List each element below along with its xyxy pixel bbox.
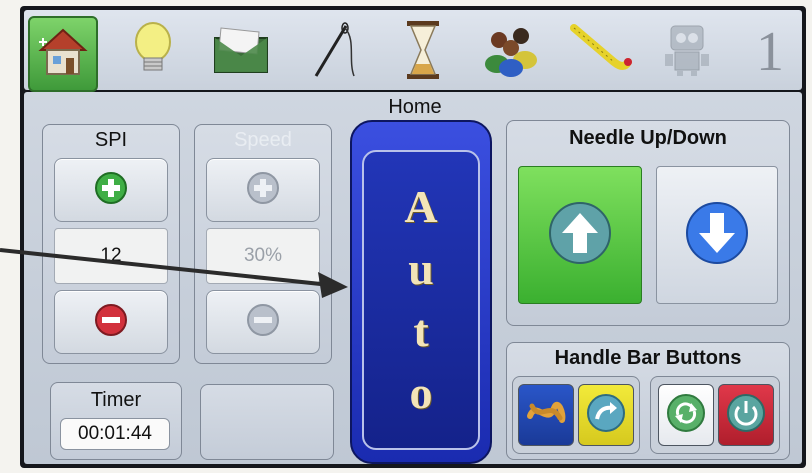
auto-button-face: A u t o — [362, 150, 480, 450]
needle-up-button[interactable] — [518, 166, 642, 304]
handle-bar-label: Handle Bar Buttons — [554, 347, 742, 369]
top-toolbar: 1 — [24, 10, 802, 92]
forward-arrow-icon — [586, 393, 626, 438]
needle-label: Needle Up/Down — [569, 127, 727, 149]
knot-icon — [526, 396, 566, 435]
plus-icon — [94, 171, 128, 210]
speed-value: 30% — [206, 228, 320, 284]
spi-increase-button[interactable] — [54, 158, 168, 222]
spi-decrease-button[interactable] — [54, 290, 168, 354]
speed-label: Speed — [234, 129, 292, 151]
arrow-up-icon — [548, 201, 612, 270]
tips-tab[interactable] — [120, 16, 186, 88]
speed-increase-button[interactable] — [206, 158, 320, 222]
page-number: 1 — [756, 21, 784, 83]
robot-icon — [661, 22, 713, 83]
spi-label: SPI — [94, 129, 128, 151]
stitch-tab[interactable] — [300, 16, 366, 88]
refresh-icon — [666, 393, 706, 438]
hourglass-icon — [403, 19, 443, 86]
empty-panel — [200, 384, 334, 460]
robot-tab[interactable] — [654, 16, 720, 88]
forward-button[interactable] — [578, 384, 634, 446]
timer-value: 00:01:44 — [60, 418, 170, 450]
minus-icon — [246, 303, 280, 342]
envelope-icon — [211, 24, 271, 81]
people-icon — [481, 22, 541, 83]
timer-tab[interactable] — [390, 16, 456, 88]
users-tab[interactable] — [478, 16, 544, 88]
measuring-tape-icon — [570, 22, 636, 83]
page-title: Home — [388, 96, 442, 118]
speed-decrease-button[interactable] — [206, 290, 320, 354]
lightbulb-icon — [131, 20, 175, 85]
auto-letter: u — [408, 243, 434, 294]
minus-icon — [94, 303, 128, 342]
plus-icon — [246, 171, 280, 210]
power-button[interactable] — [718, 384, 774, 446]
knot-button[interactable] — [518, 384, 574, 446]
arrow-down-icon — [685, 201, 749, 270]
auto-letter: A — [404, 181, 438, 232]
spi-value: 12 — [54, 228, 168, 284]
auto-button[interactable]: A u t o — [350, 120, 492, 464]
timer-label: Timer — [90, 389, 142, 411]
house-icon — [35, 24, 91, 85]
measure-tab[interactable] — [570, 16, 636, 88]
messages-tab[interactable] — [208, 16, 274, 88]
reverse-button[interactable] — [658, 384, 714, 446]
needle-down-button[interactable] — [656, 166, 778, 304]
needle-thread-icon — [308, 20, 358, 85]
auto-letter: t — [413, 305, 429, 356]
auto-letter: o — [409, 367, 433, 418]
home-tab[interactable] — [28, 16, 98, 92]
power-icon — [726, 393, 766, 438]
